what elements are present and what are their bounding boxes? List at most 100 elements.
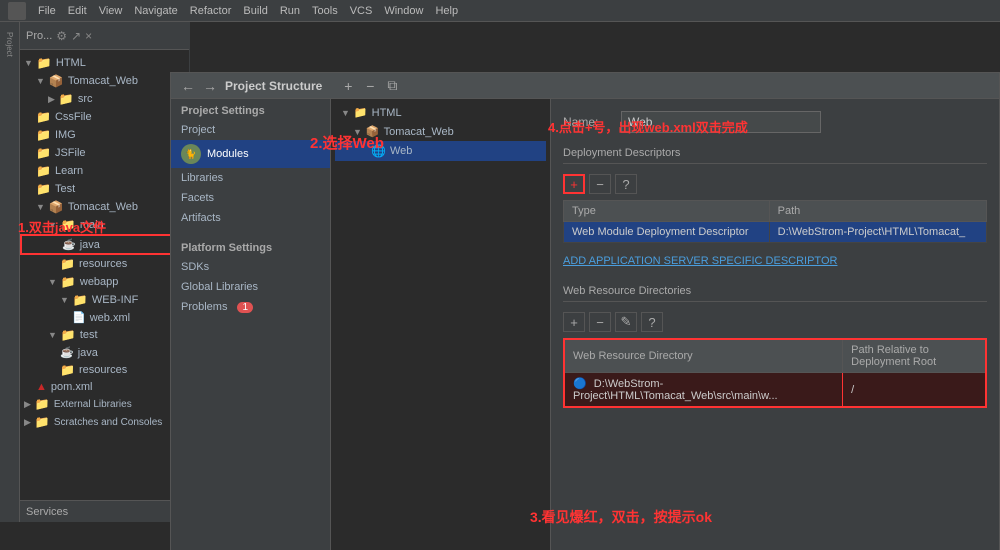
add-web-resource-btn[interactable]: + (563, 312, 585, 332)
nav-item-artifacts[interactable]: Artifacts (171, 208, 330, 228)
tree-item-webinf[interactable]: ▼ 📁 WEB-INF (20, 291, 189, 309)
menu-view[interactable]: View (93, 5, 129, 17)
name-input[interactable] (621, 111, 821, 133)
cell-rel-path: / (843, 373, 986, 408)
tree-item-main[interactable]: ▼ 📁 main (20, 216, 189, 234)
tree-item-test-java[interactable]: ☕ java (20, 344, 189, 361)
close-icon[interactable]: × (85, 29, 92, 43)
module-item-web[interactable]: 🌐 Web (335, 141, 546, 161)
tree-item-label: Scratches and Consoles (54, 417, 162, 428)
nav-item-project[interactable]: Project (171, 120, 330, 140)
web-resource-toolbar: + − ✎ ? (563, 312, 987, 332)
add-module-btn[interactable]: + (338, 77, 358, 95)
add-descriptor-btn[interactable]: + (563, 174, 585, 194)
tree-item-test-folder[interactable]: ▼ 📁 test (20, 326, 189, 344)
tree-item-tomacat[interactable]: ▼ 📦 Tomacat_Web (20, 72, 189, 90)
tree-item-webxml[interactable]: 📄 web.xml (20, 309, 189, 326)
tree-item-label: Test (55, 183, 75, 195)
col-rel-path: Path Relative to Deployment Root (843, 339, 986, 373)
folder-icon: 📁 (354, 106, 368, 119)
tree-item-label: Tomacat_Web (68, 75, 138, 87)
help-web-resource-btn[interactable]: ? (641, 312, 663, 332)
menu-build[interactable]: Build (237, 5, 273, 17)
tree-item-scratches[interactable]: ▶ 📁 Scratches and Consoles (20, 413, 189, 431)
web-dir-icon: 🔵 (573, 378, 587, 390)
tree-item-img[interactable]: 📁 IMG (20, 126, 189, 144)
nav-item-label: Problems (181, 301, 227, 313)
menu-edit[interactable]: Edit (62, 5, 93, 17)
expand-icon[interactable]: ↗ (71, 29, 81, 43)
arrow-icon: ▼ (48, 220, 57, 230)
tree-item-test-resources[interactable]: 📁 resources (20, 361, 189, 379)
tree-item-src[interactable]: ▶ 📁 src (20, 90, 189, 108)
tree-item-resources[interactable]: 📁 resources (20, 255, 189, 273)
tree-item-label: Learn (55, 165, 83, 177)
col-path: Path (769, 201, 986, 222)
tree-item-test[interactable]: 📁 Test (20, 180, 189, 198)
services-label[interactable]: Services (26, 506, 68, 518)
arrow-icon: ▼ (48, 330, 57, 340)
arrow-icon: ▼ (36, 202, 45, 212)
menu-tools[interactable]: Tools (306, 5, 344, 17)
remove-web-resource-btn[interactable]: − (589, 312, 611, 332)
cell-path: D:\WebStrom-Project\HTML\Tomacat_ (769, 222, 986, 243)
menu-refactor[interactable]: Refactor (184, 5, 238, 17)
table-row[interactable]: 🔵 D:\WebStrom-Project\HTML\Tomacat_Web\s… (564, 373, 986, 408)
tree-item-label: WEB-INF (92, 294, 138, 306)
dialog-body: Project Settings Project 🐈 Modules Libra… (171, 99, 999, 550)
edit-web-resource-btn[interactable]: ✎ (615, 312, 637, 332)
gear-icon[interactable]: ⚙ (56, 29, 67, 43)
tree-item-learn[interactable]: 📁 Learn (20, 162, 189, 180)
tree-item-tomacat-module[interactable]: ▼ 📦 Tomacat_Web (20, 198, 189, 216)
module-item-html[interactable]: ▼ 📁 HTML (335, 103, 546, 122)
tree-item-external-libs[interactable]: ▶ 📁 External Libraries (20, 395, 189, 413)
problems-badge: 1 (237, 302, 253, 313)
web-dir-value: D:\WebStrom-Project\HTML\Tomacat_Web\src… (573, 378, 778, 402)
project-tab-label[interactable]: Pro... (26, 30, 52, 42)
menu-vcs[interactable]: VCS (344, 5, 379, 17)
menu-file[interactable]: File (32, 5, 62, 17)
copy-module-btn[interactable]: ⧉ (382, 77, 402, 95)
help-descriptor-btn[interactable]: ? (615, 174, 637, 194)
remove-descriptor-btn[interactable]: − (589, 174, 611, 194)
nav-item-sdks[interactable]: SDKs (171, 257, 330, 277)
dialog-title: Project Structure (225, 79, 322, 93)
menu-run[interactable]: Run (274, 5, 306, 17)
menu-navigate[interactable]: Navigate (128, 5, 183, 17)
dialog-module-tree: ▼ 📁 HTML ▼ 📦 Tomacat_Web 🌐 Web (331, 99, 551, 550)
project-vtab[interactable]: Project (3, 26, 16, 63)
tree-item-html[interactable]: ▼ 📁 HTML (20, 54, 189, 72)
nav-item-libraries[interactable]: Libraries (171, 168, 330, 188)
tree-item-pom[interactable]: ▲ pom.xml (20, 379, 189, 395)
folder-icon: 📁 (60, 257, 75, 271)
nav-item-modules[interactable]: 🐈 Modules (171, 140, 330, 168)
nav-item-facets[interactable]: Facets (171, 188, 330, 208)
tree-item-label: JSFile (55, 147, 86, 159)
file-tree-panel: Pro... ⚙ ↗ × ▼ 📁 HTML ▼ 📦 Tomacat_Web (20, 22, 190, 522)
tree-item-cssfile[interactable]: 📁 CssFile (20, 108, 189, 126)
tree-item-label: java (80, 239, 100, 251)
forward-button[interactable]: → (203, 78, 217, 94)
menu-help[interactable]: Help (429, 5, 464, 17)
table-row[interactable]: Web Module Deployment Descriptor D:\WebS… (564, 222, 987, 243)
remove-module-btn[interactable]: − (360, 77, 380, 95)
platform-settings-header: Platform Settings (171, 236, 330, 257)
dialog-config-panel: Name: Deployment Descriptors + − ? (551, 99, 999, 550)
tree-item-java[interactable]: ☕ java (20, 234, 189, 255)
file-tree-content: ▼ 📁 HTML ▼ 📦 Tomacat_Web ▶ 📁 src 📁 (20, 50, 189, 500)
deployment-desc-title: Deployment Descriptors (563, 147, 680, 159)
back-button[interactable]: ← (181, 78, 195, 94)
nav-item-problems[interactable]: Problems 1 (171, 297, 330, 317)
deployment-desc-section: Deployment Descriptors (563, 147, 987, 164)
nav-item-global-libs[interactable]: Global Libraries (171, 277, 330, 297)
add-server-descriptor-btn[interactable]: ADD APPLICATION SERVER SPECIFIC DESCRIPT… (563, 251, 987, 271)
web-resource-title: Web Resource Directories (563, 285, 691, 297)
tree-item-webapp[interactable]: ▼ 📁 webapp (20, 273, 189, 291)
project-structure-dialog: ← → Project Structure + − ⧉ Project Sett… (170, 72, 1000, 550)
menu-window[interactable]: Window (378, 5, 429, 17)
module-item-tomacat[interactable]: ▼ 📦 Tomacat_Web (335, 122, 546, 141)
tree-item-label: resources (79, 364, 127, 376)
folder-icon: 📁 (36, 164, 51, 178)
tree-item-jsfile[interactable]: 📁 JSFile (20, 144, 189, 162)
folder-icon: 📁 (35, 415, 50, 429)
